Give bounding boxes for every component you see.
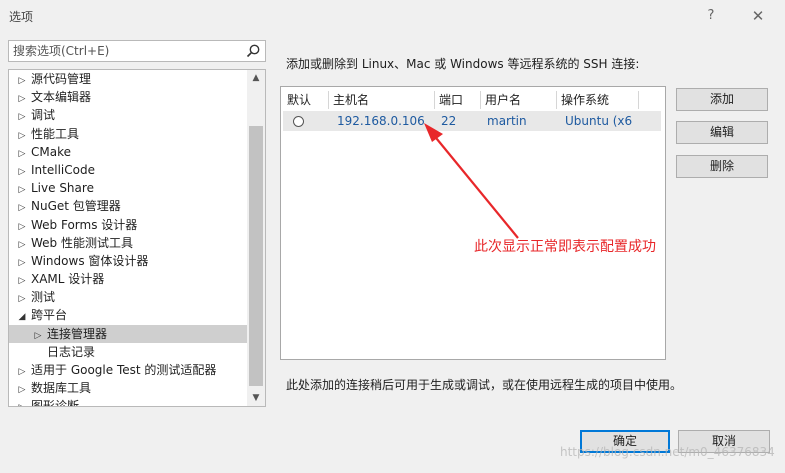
tree-item[interactable]: ▷ XAML 设计器 bbox=[9, 270, 248, 288]
tree-item[interactable]: ◢ 跨平台 bbox=[9, 306, 248, 324]
header-os[interactable]: 操作系统 bbox=[557, 91, 639, 109]
tree-item[interactable]: ▷ 连接管理器 bbox=[9, 324, 248, 343]
tree-item-label: 数据库工具 bbox=[31, 381, 92, 396]
tree-item-label: Windows 窗体设计器 bbox=[31, 253, 149, 268]
tree-item[interactable]: ▷ Web Forms 设计器 bbox=[9, 216, 248, 234]
tree-item-label: NuGet 包管理器 bbox=[31, 199, 121, 214]
header-default[interactable]: 默认 bbox=[283, 91, 329, 109]
scroll-up-icon[interactable]: ▲ bbox=[247, 70, 265, 86]
tree-item-label: CMake bbox=[31, 144, 71, 159]
tree-item-label: 源代码管理 bbox=[31, 72, 92, 86]
connection-list-header: 默认 主机名 端口 用户名 操作系统 bbox=[281, 91, 665, 109]
connection-host: 192.168.0.106 bbox=[337, 114, 425, 128]
tree-item-label: XAML 设计器 bbox=[31, 272, 105, 287]
tree-item[interactable]: ▷ 调试 bbox=[9, 106, 248, 124]
tree-item-label: 图形诊断 bbox=[31, 399, 80, 407]
tree-scrollbar[interactable]: ▲ ▼ bbox=[247, 70, 265, 406]
tree-item-label: Live Share bbox=[31, 181, 94, 196]
scroll-down-icon[interactable]: ▼ bbox=[247, 390, 265, 406]
close-icon[interactable]: ✕ bbox=[745, 5, 771, 27]
tree-item[interactable]: ▷ 适用于 Google Test 的测试适配器 bbox=[9, 361, 248, 379]
tree-item[interactable]: ▷ CMake bbox=[9, 143, 248, 161]
tree-item[interactable]: ▷ 源代码管理 bbox=[9, 70, 248, 88]
tree-item[interactable]: 日志记录 bbox=[9, 343, 248, 361]
expand-icon[interactable]: ▷ bbox=[15, 399, 29, 406]
default-radio[interactable] bbox=[293, 116, 304, 127]
tree-item-label: IntelliCode bbox=[31, 162, 95, 177]
tree-item-label: 适用于 Google Test 的测试适配器 bbox=[31, 363, 217, 377]
title-bar: 选项 ? ✕ bbox=[0, 0, 785, 32]
tree-list: ▷ 源代码管理 ▷ 文本编辑器 ▷ 调试 ▷ 性能工具 ▷ CMake ▷ IntelliCode ▷ L… bbox=[9, 70, 248, 407]
tree-item[interactable]: ▷ Web 性能测试工具 bbox=[9, 234, 248, 252]
tree-item-label: Web Forms 设计器 bbox=[31, 217, 138, 232]
footer-note: 此处添加的连接稍后可用于生成或调试，或在使用远程生成的项目中使用。 bbox=[286, 378, 683, 392]
connection-os: Ubuntu (x6 bbox=[565, 114, 633, 128]
tree-item[interactable]: ▷ Windows 窗体设计器 bbox=[9, 252, 248, 270]
search-input[interactable] bbox=[9, 41, 241, 61]
tree-item-label: 连接管理器 bbox=[47, 326, 108, 341]
edit-button[interactable]: 编辑 bbox=[676, 121, 768, 144]
intro-text: 添加或删除到 Linux、Mac 或 Windows 等远程系统的 SSH 连接… bbox=[286, 57, 640, 71]
header-username[interactable]: 用户名 bbox=[481, 91, 557, 109]
connection-row[interactable]: 192.168.0.106 22 martin Ubuntu (x6 bbox=[283, 111, 661, 131]
tree-item[interactable]: ▷ 文本编辑器 bbox=[9, 88, 248, 106]
tree-item-label: 测试 bbox=[31, 290, 56, 305]
tree-item-label: 文本编辑器 bbox=[31, 90, 92, 105]
search-icon[interactable] bbox=[245, 43, 261, 59]
tree-item-label: 跨平台 bbox=[31, 308, 68, 323]
window-title: 选项 bbox=[9, 10, 34, 24]
watermark: https://blog.csdn.net/m0_46376834 bbox=[560, 445, 775, 459]
tree-item-label: 调试 bbox=[31, 108, 56, 123]
tree-item[interactable]: ▷ 性能工具 bbox=[9, 125, 248, 143]
connection-list: 默认 主机名 端口 用户名 操作系统 192.168.0.106 22 mart… bbox=[280, 86, 666, 360]
tree-item[interactable]: ▷ IntelliCode bbox=[9, 161, 248, 179]
annotation-text: 此次显示正常即表示配置成功 bbox=[474, 239, 656, 255]
header-hostname[interactable]: 主机名 bbox=[329, 91, 435, 109]
tree-item-label: Web 性能测试工具 bbox=[31, 235, 133, 250]
options-tree: ▷ 源代码管理 ▷ 文本编辑器 ▷ 调试 ▷ 性能工具 ▷ CMake ▷ IntelliCode ▷ L… bbox=[8, 69, 266, 407]
connection-user: martin bbox=[487, 114, 527, 128]
tree-item-label: 性能工具 bbox=[31, 126, 80, 141]
tree-item[interactable]: ▷ 数据库工具 bbox=[9, 379, 248, 397]
scroll-thumb[interactable] bbox=[249, 126, 263, 386]
help-icon[interactable]: ? bbox=[698, 5, 724, 27]
tree-item[interactable]: ▷ Live Share bbox=[9, 179, 248, 197]
header-port[interactable]: 端口 bbox=[435, 91, 481, 109]
tree-item[interactable]: ▷ 测试 bbox=[9, 288, 248, 306]
tree-item[interactable]: ▷ NuGet 包管理器 bbox=[9, 197, 248, 215]
tree-item-label: 日志记录 bbox=[47, 344, 96, 359]
add-button[interactable]: 添加 bbox=[676, 88, 768, 111]
tree-item[interactable]: ▷图形诊断 bbox=[9, 397, 248, 407]
search-box bbox=[8, 40, 266, 62]
delete-button[interactable]: 删除 bbox=[676, 155, 768, 178]
connection-port: 22 bbox=[441, 114, 457, 128]
